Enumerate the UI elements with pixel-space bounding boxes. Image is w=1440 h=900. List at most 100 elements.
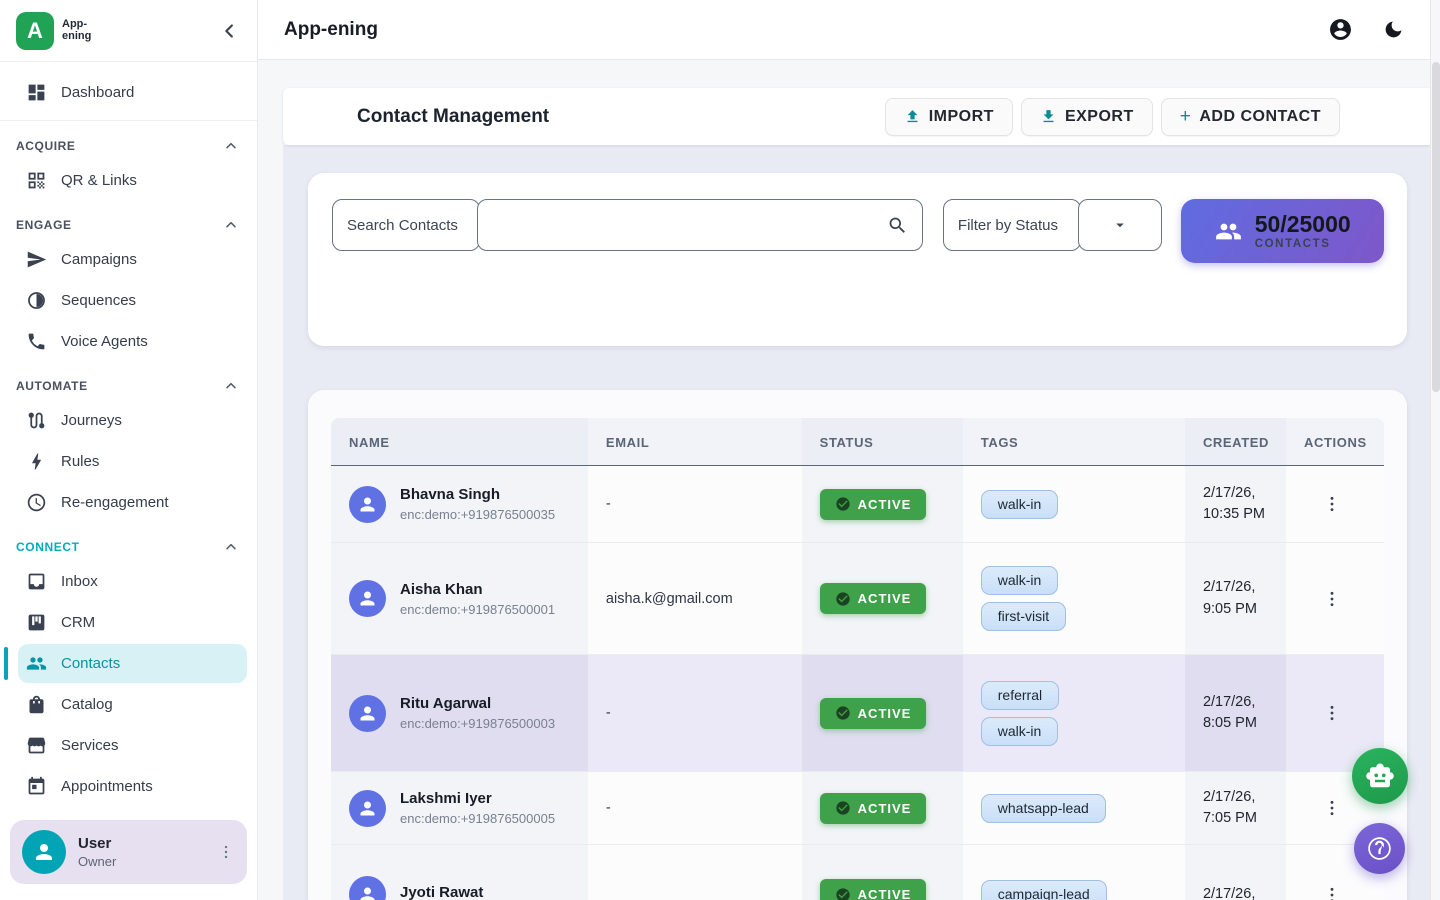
status-label: ACTIVE <box>858 801 912 816</box>
contact-tags: walk-in first-visit <box>963 543 1185 654</box>
chevron-up-icon <box>223 217 239 233</box>
sidebar-section-engage[interactable]: ENGAGE <box>16 214 239 236</box>
tag-pill[interactable]: referral <box>981 681 1059 710</box>
tag-pill[interactable]: walk-in <box>981 717 1059 746</box>
table-row[interactable]: Ritu Agarwal enc:demo:+919876500003 - AC… <box>331 655 1384 772</box>
person-icon <box>357 703 378 724</box>
table-row[interactable]: Bhavna Singh enc:demo:+919876500035 - AC… <box>331 466 1384 543</box>
column-header-actions: ACTIONS <box>1286 418 1384 465</box>
app-logo: A <box>16 12 54 50</box>
dark-mode-moon-icon[interactable] <box>1383 19 1404 40</box>
sidebar-item-services[interactable]: Services <box>18 726 247 765</box>
row-actions-kebab-icon[interactable] <box>1322 494 1342 514</box>
user-menu-kebab-icon[interactable] <box>217 843 235 861</box>
status-badge: ACTIVE <box>820 879 927 900</box>
status-badge: ACTIVE <box>820 489 927 520</box>
sidebar-header: A App- ening <box>0 0 257 62</box>
table-row[interactable]: Lakshmi Iyer enc:demo:+919876500005 - AC… <box>331 772 1384 845</box>
contact-created: 2/17/26,9:05 PM <box>1185 543 1286 654</box>
scrollbar-thumb[interactable] <box>1432 62 1440 392</box>
row-actions-kebab-icon[interactable] <box>1322 885 1342 900</box>
status-label: ACTIVE <box>858 706 912 721</box>
phone-icon <box>26 331 47 352</box>
sidebar-item-label: Rules <box>61 453 99 470</box>
app-title: App-ening <box>284 19 378 41</box>
send-icon <box>26 249 47 270</box>
sidebar-item-campaigns[interactable]: Campaigns <box>18 240 247 279</box>
contacts-count-caption: CONTACTS <box>1255 238 1351 250</box>
avatar <box>349 695 386 732</box>
tag-pill[interactable]: campaign-lead <box>981 880 1107 900</box>
search-field: Search Contacts <box>332 199 923 251</box>
export-button[interactable]: EXPORT <box>1021 98 1153 136</box>
sidebar-item-sequences[interactable]: Sequences <box>18 281 247 320</box>
status-label: ACTIVE <box>858 497 912 512</box>
sidebar-item-catalog[interactable]: Catalog <box>18 685 247 724</box>
page-actions: IMPORT EXPORT + ADD CONTACT <box>885 98 1418 136</box>
sidebar-item-inbox[interactable]: Inbox <box>18 562 247 601</box>
sidebar-item-rules[interactable]: Rules <box>18 442 247 481</box>
tag-pill[interactable]: walk-in <box>981 490 1059 519</box>
sidebar-item-dashboard[interactable]: Dashboard <box>18 73 247 112</box>
person-icon <box>32 840 56 864</box>
topbar: App-ening <box>258 0 1430 60</box>
kanban-icon <box>26 612 47 633</box>
sidebar-item-qr-links[interactable]: QR & Links <box>18 161 247 200</box>
contact-created: 2/17/26,8:05 PM <box>1185 655 1286 771</box>
tag-pill[interactable]: first-visit <box>981 602 1066 631</box>
sidebar-item-voice-agents[interactable]: Voice Agents <box>18 322 247 361</box>
column-header-status: STATUS <box>802 418 963 465</box>
sidebar-item-journeys[interactable]: Journeys <box>18 401 247 440</box>
row-actions-kebab-icon[interactable] <box>1322 703 1342 723</box>
help-fab[interactable] <box>1354 823 1405 874</box>
sidebar-section-automate[interactable]: AUTOMATE <box>16 375 239 397</box>
check-circle-icon <box>835 591 851 607</box>
people-icon <box>26 653 47 674</box>
contacts-table: NAMEEMAILSTATUSTAGSCREATEDACTIONS Bhavna… <box>331 418 1384 900</box>
row-actions-kebab-icon[interactable] <box>1322 589 1342 609</box>
sidebar-section-acquire[interactable]: ACQUIRE <box>16 135 239 157</box>
sidebar-nav: Dashboard ACQUIRE QR & Links ENGAGE Campaign… <box>0 63 257 805</box>
search-input[interactable] <box>492 217 887 234</box>
assistant-bot-fab[interactable] <box>1352 748 1408 804</box>
account-icon[interactable] <box>1328 17 1353 42</box>
tag-pill[interactable]: whatsapp-lead <box>981 794 1106 823</box>
sidebar-collapse-chevron-left-icon[interactable] <box>219 20 241 42</box>
sidebar-item-label: Appointments <box>61 778 153 795</box>
import-button[interactable]: IMPORT <box>885 98 1013 136</box>
sidebar-item-label: Dashboard <box>61 84 134 101</box>
calendar-icon <box>26 776 47 797</box>
status-filter-select[interactable]: Filter by Status <box>943 199 1162 251</box>
page-body: Search Contacts Filter by Status 50/2 <box>283 145 1430 900</box>
sidebar-item-label: Contacts <box>61 655 120 672</box>
status-filter-label: Filter by Status <box>943 199 1081 251</box>
status-badge: ACTIVE <box>820 793 927 824</box>
contacts-count-badge[interactable]: 50/25000 CONTACTS <box>1181 199 1384 263</box>
route-icon <box>26 410 47 431</box>
check-circle-icon <box>835 887 851 900</box>
sidebar-item-crm[interactable]: CRM <box>18 603 247 642</box>
sidebar-section-connect[interactable]: CONNECT <box>16 536 239 558</box>
qr-icon <box>26 170 47 191</box>
sidebar-item-contacts[interactable]: Contacts <box>18 644 247 683</box>
user-card[interactable]: User Owner <box>10 820 247 884</box>
app-logo-letter: A <box>27 18 43 44</box>
page-scrollbar[interactable] <box>1430 0 1440 900</box>
table-row[interactable]: Aisha Khan enc:demo:+919876500001 aisha.… <box>331 543 1384 655</box>
chevron-up-icon <box>223 378 239 394</box>
check-circle-icon <box>835 705 851 721</box>
sidebar-item-re-engagement[interactable]: Re-engagement <box>18 483 247 522</box>
status-badge: ACTIVE <box>820 698 927 729</box>
sidebar-item-appointments[interactable]: Appointments <box>18 767 247 805</box>
search-icon[interactable] <box>887 215 908 236</box>
contact-created: 2/17/26,7:05 PM <box>1185 772 1286 844</box>
tag-pill[interactable]: walk-in <box>981 566 1059 595</box>
app-logo-text: App- ening <box>62 19 91 42</box>
contact-phone: enc:demo:+919876500003 <box>400 716 555 731</box>
row-actions-kebab-icon[interactable] <box>1322 798 1342 818</box>
add-contact-button[interactable]: + ADD CONTACT <box>1161 98 1340 136</box>
contact-email: - <box>588 772 802 844</box>
contrast-icon <box>26 290 47 311</box>
sidebar-item-label: Journeys <box>61 412 122 429</box>
table-row[interactable]: Jyoti Rawat ACTIVE campaign-lead 2/17/26… <box>331 845 1384 900</box>
